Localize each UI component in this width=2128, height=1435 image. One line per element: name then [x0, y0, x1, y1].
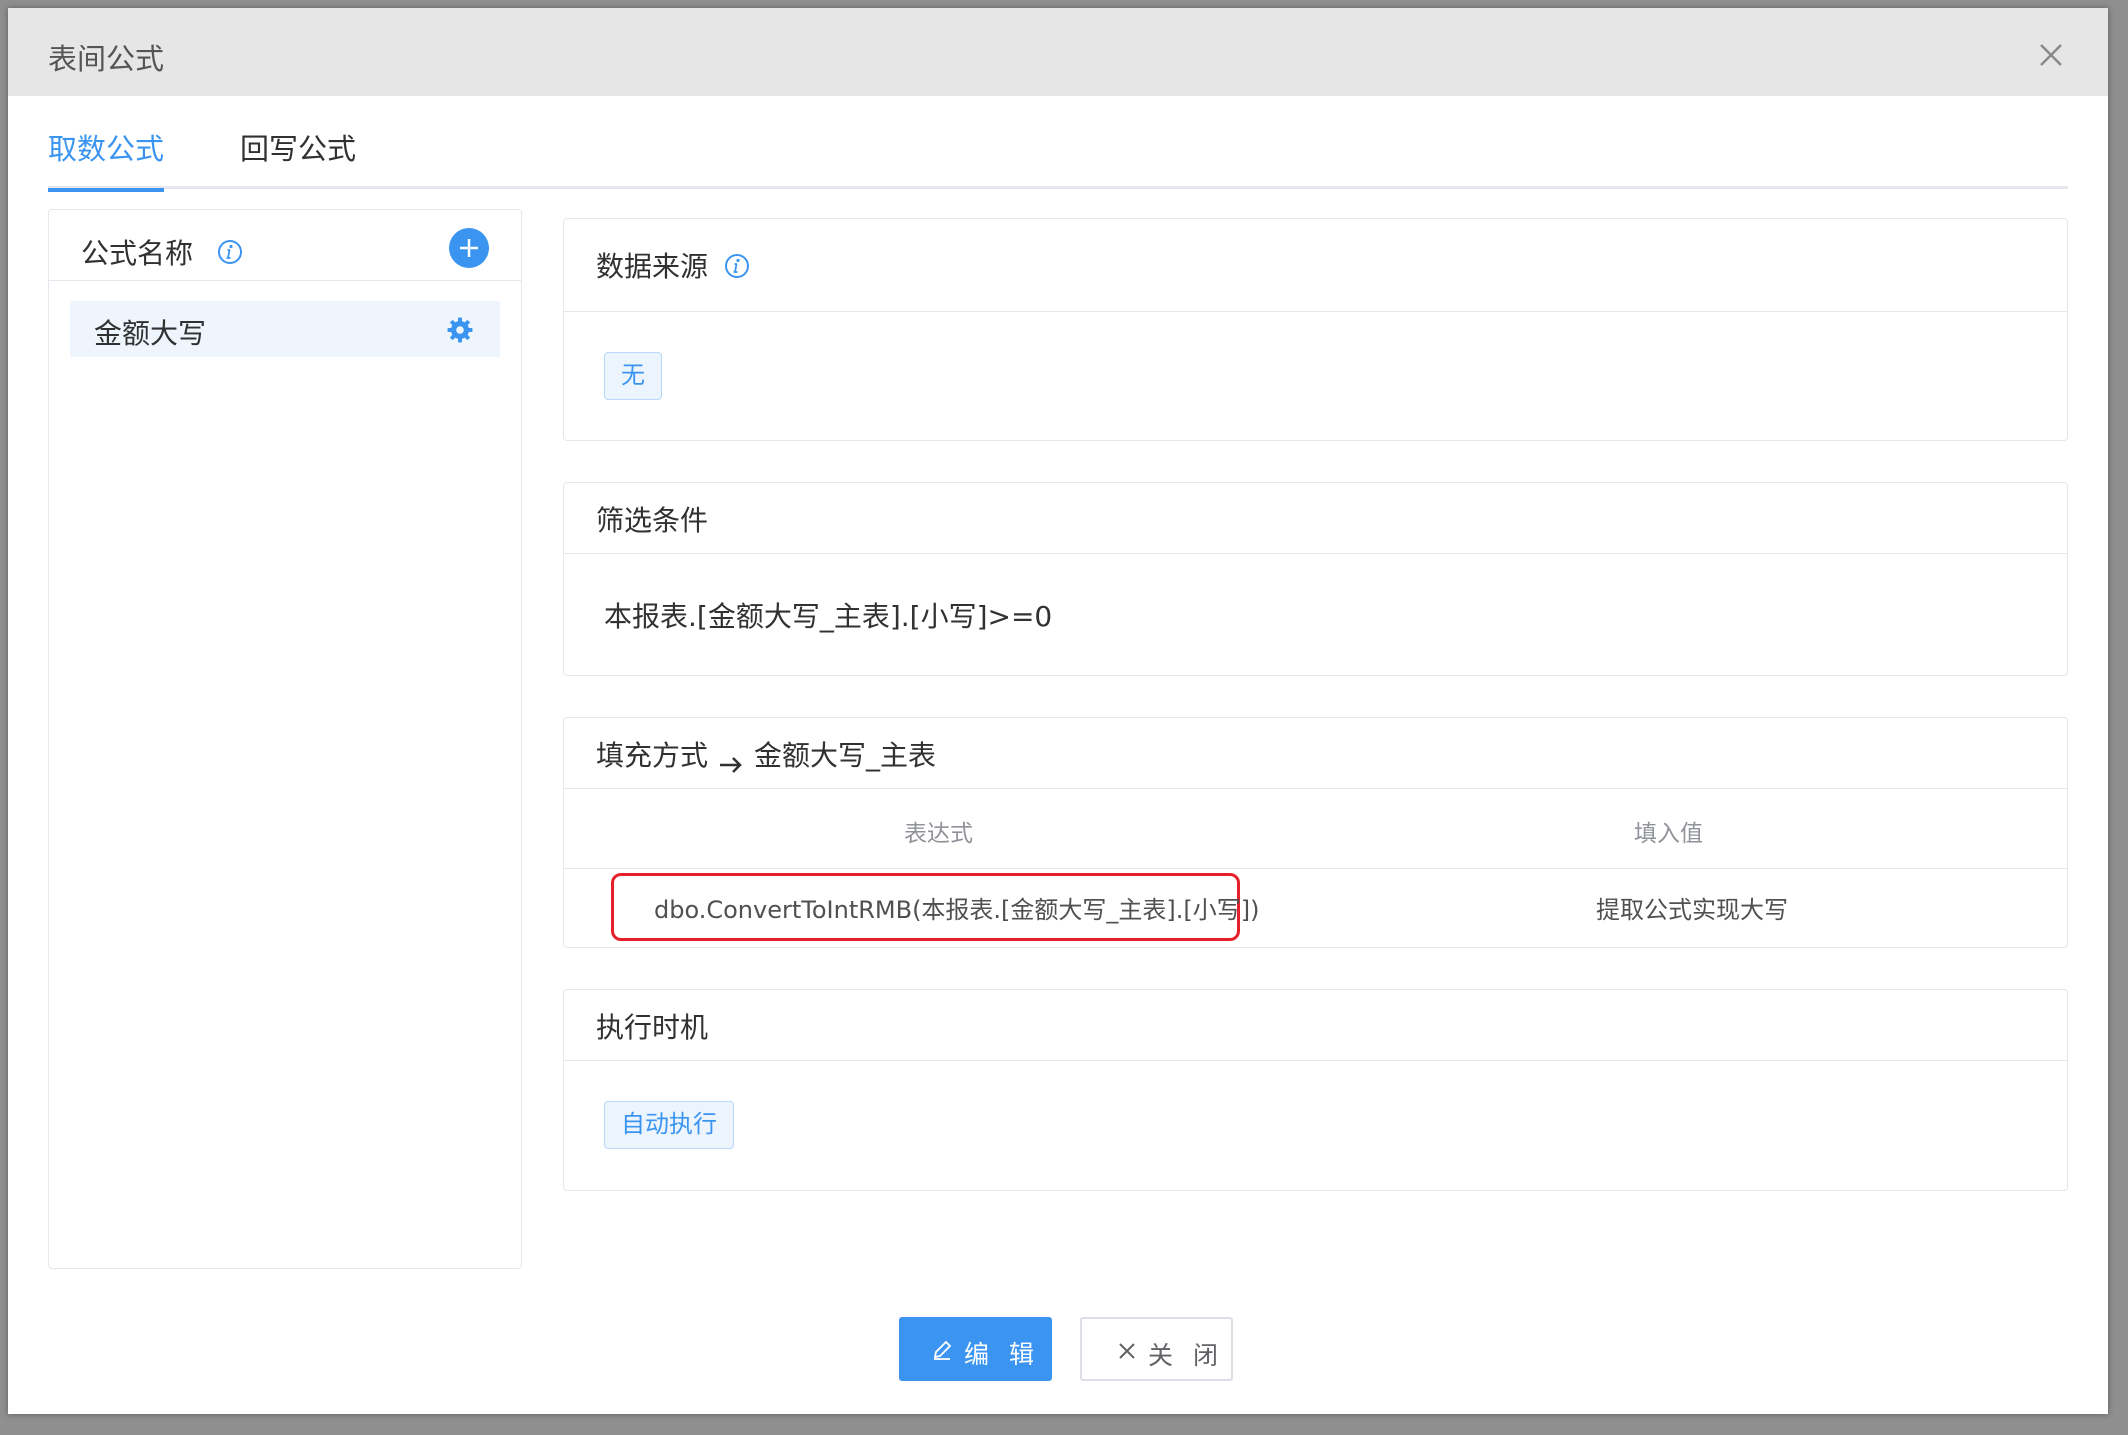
dialog-title: 表间公式 [48, 42, 165, 76]
close-icon [1116, 1339, 1138, 1361]
fill-title: 填充方式 [596, 739, 709, 772]
table-divider [564, 868, 2067, 869]
formula-name-label: 公式名称 [81, 237, 194, 270]
fill-card: 填充方式 金额大写_主表 表达式 填入值 dbo.ConvertToIntRMB(… [563, 717, 2068, 948]
close-button-label: 关 闭 [1148, 1341, 1224, 1370]
column-header-value: 填入值 [1634, 821, 1703, 847]
info-icon[interactable] [217, 239, 243, 265]
plus-icon [460, 239, 478, 257]
formula-tabs: 取数公式 回写公式 [48, 96, 2068, 192]
filter-title: 筛选条件 [596, 504, 709, 537]
dialog-header: 表间公式 [8, 8, 2108, 96]
data-source-header: 数据来源 [564, 219, 2067, 312]
tab-fetch-formula[interactable]: 取数公式 [48, 126, 165, 192]
add-formula-button[interactable] [449, 228, 489, 268]
formula-dialog: 表间公式 取数公式 回写公式 公式名称 金额大写 数据来源 无 筛选条件 本报表… [8, 8, 2108, 1414]
edit-button[interactable]: 编 辑 [899, 1317, 1052, 1381]
edit-button-label: 编 辑 [964, 1340, 1040, 1369]
timing-title: 执行时机 [596, 1011, 709, 1044]
fill-title-row: 填充方式 金额大写_主表 [596, 734, 936, 774]
column-header-expression: 表达式 [904, 821, 973, 847]
fill-target: 金额大写_主表 [754, 739, 937, 772]
expression-cell: dbo.ConvertToIntRMB(本报表.[金额大写_主表].[小写]) [654, 896, 1260, 924]
timing-header: 执行时机 [564, 990, 2067, 1061]
list-item[interactable]: 金额大写 [70, 301, 500, 357]
filter-header: 筛选条件 [564, 483, 2067, 554]
formula-item-label: 金额大写 [94, 317, 207, 350]
formula-list-header: 公式名称 [49, 210, 521, 281]
gear-icon[interactable] [446, 316, 474, 344]
data-source-card: 数据来源 无 [563, 218, 2068, 441]
close-button[interactable]: 关 闭 [1080, 1317, 1233, 1381]
timing-card: 执行时机 自动执行 [563, 989, 2068, 1191]
edit-icon [931, 1338, 953, 1360]
timing-tag: 自动执行 [604, 1101, 734, 1149]
info-icon[interactable] [724, 253, 750, 279]
arrow-right-icon [718, 748, 744, 773]
data-source-title: 数据来源 [596, 250, 709, 283]
close-icon[interactable] [2034, 38, 2068, 72]
value-cell: 提取公式实现大写 [1596, 896, 1788, 924]
tab-writeback-formula[interactable]: 回写公式 [240, 126, 356, 188]
formula-list-panel: 公式名称 金额大写 [48, 209, 522, 1269]
fill-header: 填充方式 金额大写_主表 [564, 718, 2067, 789]
data-source-tag: 无 [604, 352, 662, 400]
filter-condition: 本报表.[金额大写_主表].[小写]>=0 [604, 600, 1053, 633]
filter-card: 筛选条件 本报表.[金额大写_主表].[小写]>=0 [563, 482, 2068, 676]
